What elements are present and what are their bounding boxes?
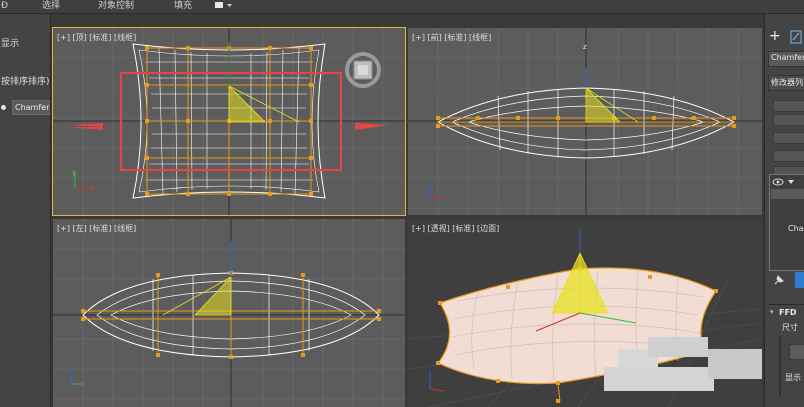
scene-object-item[interactable]: Chamfer [12, 100, 50, 115]
divider [767, 304, 804, 305]
axis-x-label: x [90, 185, 95, 193]
axis-z-label: z [583, 43, 587, 51]
viewport-front[interactable]: [+] [前] [标准] [线框] z [408, 28, 762, 215]
scene-explorer-panel: 显示 按排序排序) Chamfer [0, 14, 51, 407]
object-name-text: Chamfer [771, 53, 804, 62]
modifier-list-dropdown[interactable]: 修改器列 [768, 75, 804, 91]
scene-object-name: Chamfer [15, 103, 50, 112]
viewport-front-canvas [408, 28, 762, 215]
modifier-button[interactable] [773, 132, 804, 144]
viewport-left-canvas [53, 219, 405, 407]
blurred-region [708, 349, 762, 379]
command-panel: + Chamfer 修改器列 Cha ▾ FFD 尺寸 显示 [764, 14, 804, 407]
object-name-field[interactable]: Chamfer [768, 51, 804, 67]
modifier-button[interactable] [773, 100, 804, 112]
set-points-button[interactable] [789, 344, 804, 360]
pin-stack-icon[interactable] [773, 274, 785, 286]
viewport-top-label[interactable]: [+] [顶] [标准] [线框] [57, 32, 136, 43]
modifier-button[interactable] [773, 150, 804, 162]
menu-item-object-control[interactable]: 对象控制 [98, 0, 134, 12]
eye-icon[interactable] [772, 177, 796, 187]
display-label: 显示 [785, 373, 801, 382]
viewcube-icon [345, 52, 381, 88]
modifier-stack[interactable]: Cha [769, 174, 804, 271]
rollout-bracket [779, 336, 781, 396]
modify-tab-icon[interactable] [790, 30, 802, 44]
viewport-front-label[interactable]: [+] [前] [标准] [线框] [412, 32, 491, 43]
arrow-left-icon [355, 123, 389, 130]
menu-item-select[interactable]: 选择 [42, 0, 60, 12]
create-tab-plus[interactable]: + [769, 28, 781, 44]
size-label: 尺寸 [782, 323, 798, 332]
rollout-toggle-icon[interactable]: ▾ [770, 308, 774, 316]
viewport-left-label[interactable]: [+] [左] [标准] [线框] [57, 223, 136, 234]
blurred-region [648, 337, 708, 357]
blurred-region [604, 367, 714, 391]
modifier-list-text: 修改器列 [771, 78, 803, 87]
axis-y-label: y [72, 169, 77, 177]
dropdown-icon[interactable] [214, 1, 234, 11]
arrow-right-icon [69, 123, 103, 130]
show-end-result-button[interactable] [795, 272, 804, 288]
viewport-top[interactable]: [+] [顶] [标准] [线框] y x [52, 27, 406, 216]
stack-item-chamfer[interactable]: Cha [788, 224, 804, 233]
viewport-left[interactable]: [+] [左] [标准] [线框] [53, 219, 405, 407]
menu-item-0[interactable]: Đ [1, 0, 8, 12]
menu-item-populate[interactable]: 填充 [174, 0, 192, 12]
display-label[interactable]: 显示 [1, 36, 19, 49]
viewport-perspective[interactable]: [+] [透视] [标准] [边面] [408, 219, 762, 407]
viewport-top-canvas [53, 28, 405, 215]
menu-bar: Đ 选择 对象控制 填充 [0, 0, 804, 14]
stack-item-ffd[interactable] [771, 189, 804, 199]
visibility-dot-icon[interactable] [1, 105, 6, 110]
modifier-button[interactable] [773, 114, 804, 126]
ffd-rollout-title[interactable]: FFD [779, 308, 797, 317]
viewport-perspective-label[interactable]: [+] [透视] [标准] [边面] [412, 223, 499, 234]
sort-column-label[interactable]: 按排序排序) [1, 74, 50, 87]
